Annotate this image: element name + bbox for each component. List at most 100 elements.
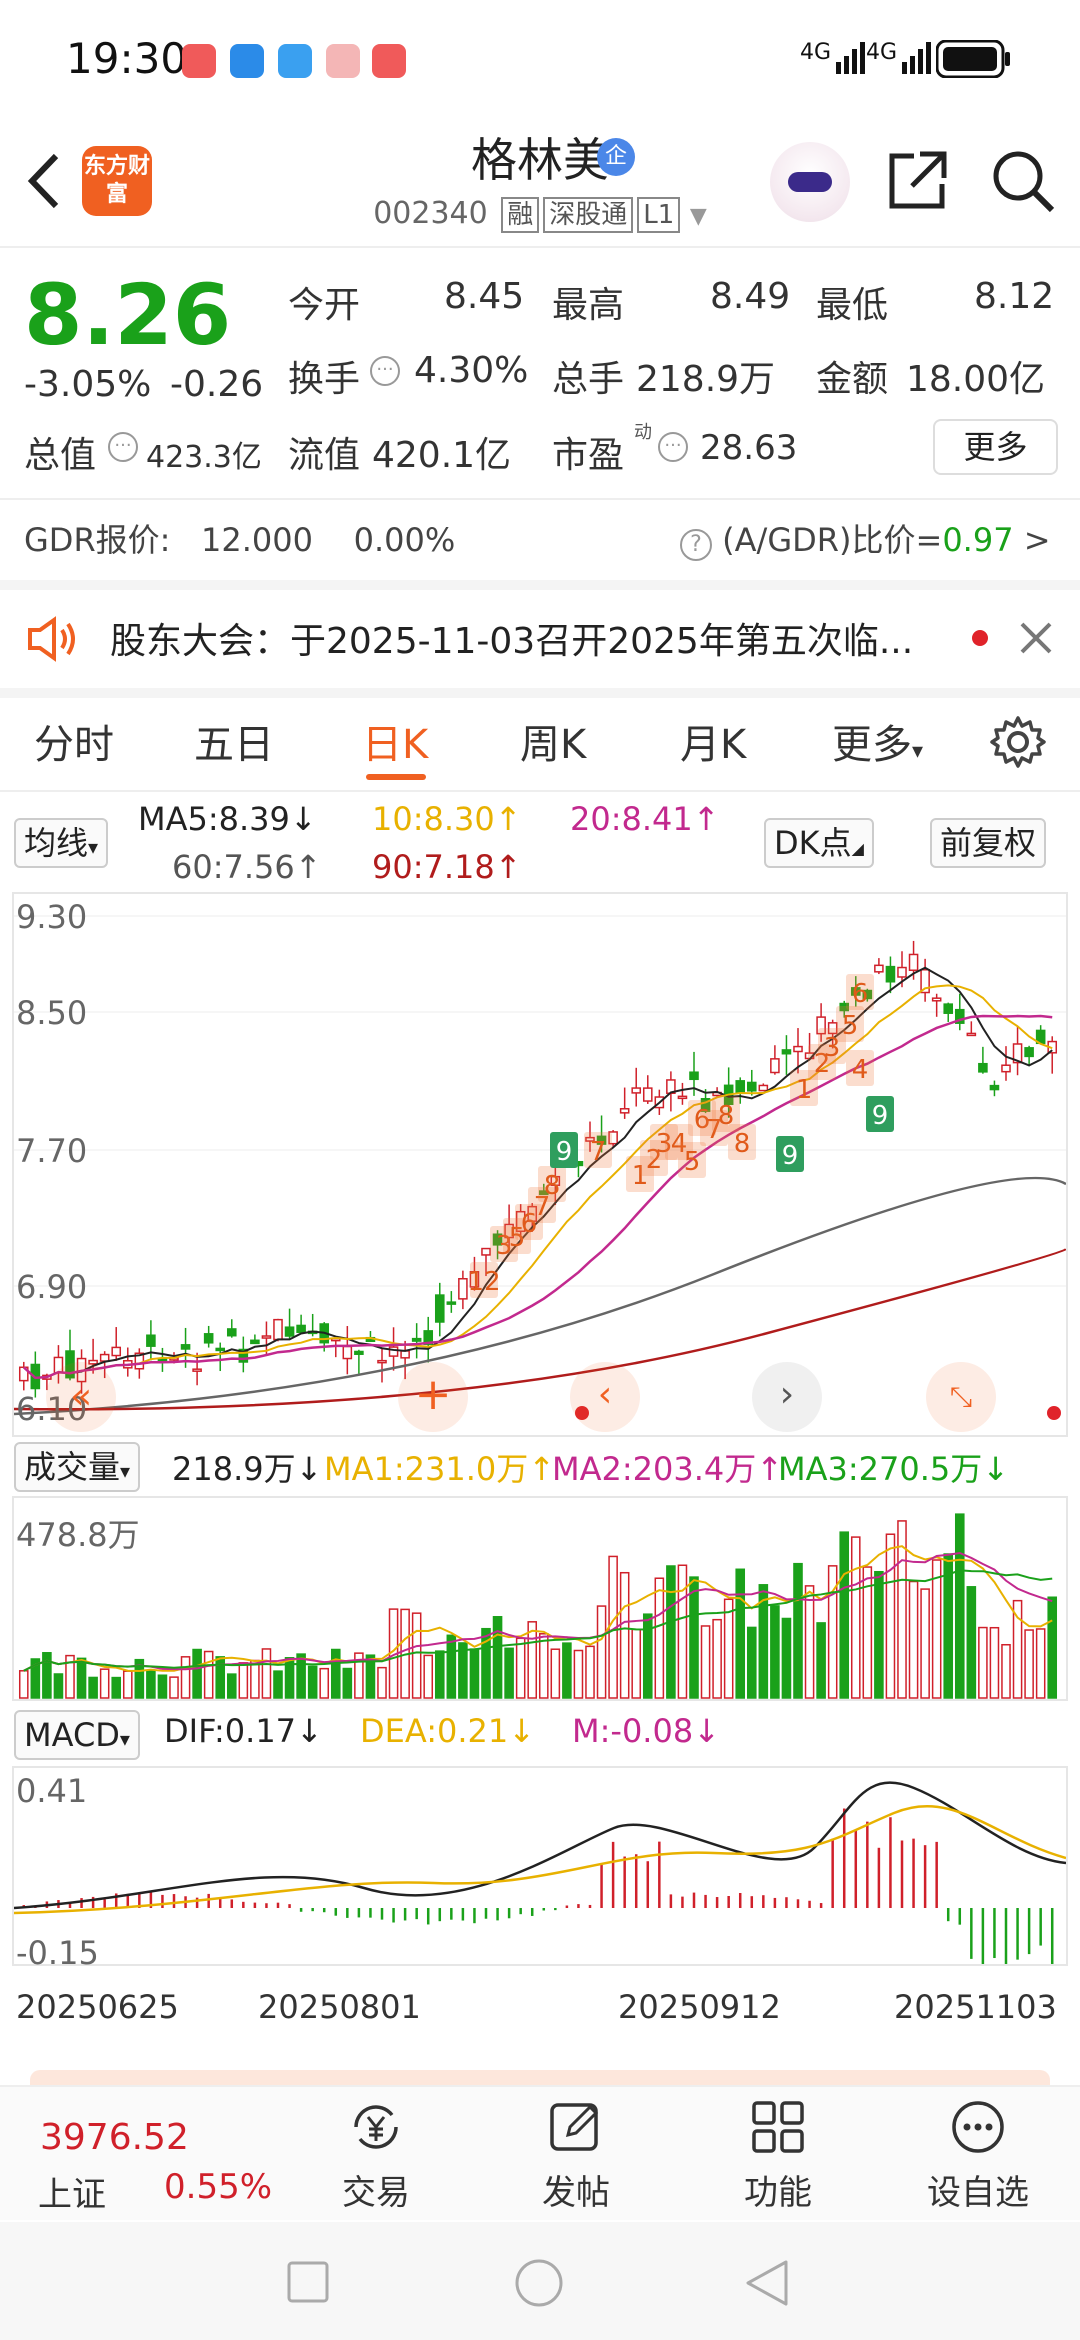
volume-value: 218.9万 (636, 359, 776, 400)
home-icon[interactable] (514, 2258, 564, 2308)
volume-bar (111, 1676, 122, 1699)
info-icon[interactable]: ··· (370, 356, 400, 386)
help-icon[interactable]: ? (680, 529, 712, 561)
macd-dif: DIF:0.17↓ (164, 1712, 323, 1750)
volume-chart[interactable] (12, 1496, 1068, 1701)
volume-bar (1047, 1596, 1058, 1699)
volume-bar (978, 1626, 988, 1699)
volume-bar (550, 1648, 561, 1699)
tab-more[interactable]: 更多▾ (832, 712, 923, 770)
volume-bar (850, 1536, 861, 1699)
tab-daily-k[interactable]: 日K (362, 712, 428, 770)
candle-body (411, 1337, 422, 1342)
candle-body (388, 1346, 399, 1357)
volume-bar (434, 1650, 445, 1699)
battery-icon (936, 40, 1010, 78)
indicator-select[interactable]: 均线▾ (14, 818, 109, 868)
volume-select[interactable]: 成交量▾ (14, 1442, 141, 1492)
volume-bar (770, 1605, 780, 1699)
crosshair-icon[interactable]: + (398, 1362, 468, 1432)
tab-monthly-k[interactable]: 月K (680, 712, 746, 770)
prev-icon[interactable]: ‹ (570, 1362, 640, 1432)
tab-underline (366, 774, 426, 780)
dropdown-caret-icon: ▼ (689, 204, 707, 229)
gdr-pct: 0.00% (353, 521, 456, 559)
sequence-marker: 9 (872, 1101, 889, 1131)
functions-button[interactable]: 功能 (708, 2097, 848, 2214)
tag-margin: 融 (501, 197, 540, 233)
candle-body (400, 1350, 410, 1359)
adjust-button[interactable]: 前复权 (930, 818, 1047, 868)
macd-select[interactable]: MACD▾ (14, 1710, 140, 1760)
tab-intraday[interactable]: 分时 (34, 712, 114, 770)
volume-bar (931, 1559, 942, 1699)
candle-body (434, 1294, 445, 1323)
settings-gear-icon[interactable] (990, 714, 1046, 770)
candle-body (377, 1359, 387, 1364)
candle-body (735, 1080, 746, 1094)
volume-bar (712, 1618, 722, 1699)
add-watchlist-button[interactable]: 设自选 (908, 2097, 1048, 2214)
price-axis-label: 7.70 (16, 1132, 88, 1170)
ma5-line (23, 966, 1053, 1379)
post-button[interactable]: 发帖 (506, 2097, 646, 2214)
open-value: 8.45 (444, 276, 525, 317)
rewind-icon[interactable]: « (46, 1362, 116, 1432)
volume-bar (1001, 1643, 1011, 1699)
more-button[interactable]: 更多 (933, 419, 1058, 475)
volume-bar (723, 1598, 734, 1699)
edit-icon (550, 2103, 599, 2151)
notice-banner[interactable]: 股东大会：于2025-11-03召开2025年第五次临... (0, 590, 1080, 686)
trade-button[interactable]: 交易 (306, 2097, 446, 2214)
volume-bar (816, 1622, 826, 1699)
ma90-line (13, 1247, 1068, 1411)
change-percent: -3.05% (24, 364, 152, 405)
candle-body (931, 997, 942, 1002)
status-time: 19:30 (66, 34, 188, 83)
volume-bar (793, 1562, 803, 1699)
search-icon[interactable] (988, 146, 1058, 216)
sequence-marker: 6 (852, 979, 869, 1009)
macd-dea: DEA:0.21↓ (360, 1712, 536, 1750)
divider (0, 498, 1080, 500)
gdr-ratio[interactable]: ? (A/GDR)比价=0.97 > (680, 515, 1051, 561)
candle-body (966, 1032, 977, 1037)
volume-bar (1024, 1629, 1034, 1699)
expand-icon[interactable]: ⤡ (926, 1362, 996, 1432)
volume-bar (781, 1617, 792, 1699)
change-value: -0.26 (170, 364, 264, 405)
tag-level: L1 (637, 197, 681, 233)
info-icon[interactable]: ··· (658, 432, 688, 462)
kline-chart[interactable]: 12356789123456789123456789 (12, 892, 1068, 1437)
index-value[interactable]: 3976.52 (40, 2117, 189, 2158)
speaker-icon (28, 616, 75, 662)
open-label: 今开 (288, 285, 361, 326)
next-icon[interactable]: › (752, 1362, 822, 1432)
volume-bar (504, 1647, 514, 1699)
close-icon[interactable] (1016, 618, 1056, 658)
volume-bar (469, 1648, 480, 1699)
recent-apps-icon[interactable] (286, 2260, 330, 2304)
volume-bar (307, 1665, 318, 1699)
back-nav-icon[interactable] (744, 2258, 790, 2308)
tab-weekly-k[interactable]: 周K (520, 712, 586, 770)
volume-bar (654, 1577, 665, 1699)
info-icon[interactable]: ··· (108, 432, 138, 462)
candle-body (111, 1346, 122, 1357)
volume-svg (18, 1513, 1058, 1699)
volume-bar (411, 1612, 422, 1699)
macd-chart[interactable] (12, 1766, 1068, 1968)
candle-body (781, 1049, 792, 1055)
macd-svg (13, 1781, 1067, 1968)
dk-point-button[interactable]: DK点◢ (764, 818, 874, 868)
assistant-robot-icon[interactable] (770, 142, 850, 222)
candle-body (446, 1301, 457, 1305)
sequence-marker: 12 (467, 1267, 500, 1297)
notification-icon (372, 44, 406, 78)
tab-five-day[interactable]: 五日 (194, 712, 274, 770)
share-icon[interactable] (884, 148, 950, 214)
volume-bar (192, 1648, 202, 1699)
dea-line (13, 1804, 1067, 1915)
grid-icon (752, 2101, 804, 2153)
vol-ma2: MA2:203.4万↑ (552, 1450, 784, 1488)
